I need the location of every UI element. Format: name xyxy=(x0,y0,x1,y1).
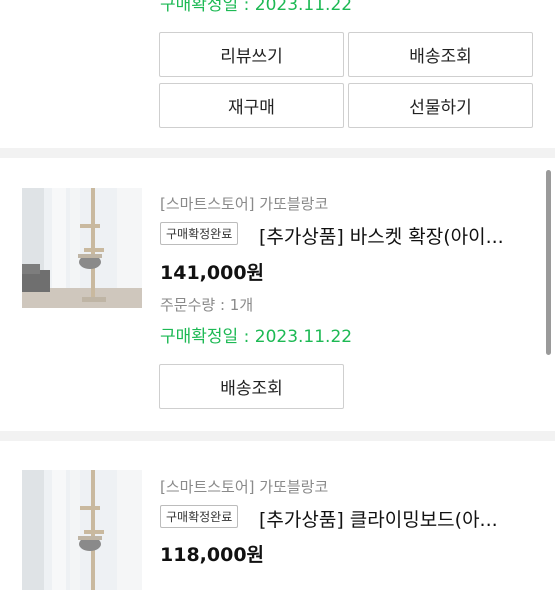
delivery-tracking-button[interactable]: 배송조회 xyxy=(159,364,344,409)
section-separator xyxy=(0,431,555,441)
cat-tower-image xyxy=(22,188,142,308)
status-badge: 구매확정완료 xyxy=(160,222,239,245)
rebuy-button[interactable]: 재구매 xyxy=(159,83,344,128)
scrollbar[interactable] xyxy=(546,170,551,355)
write-review-button[interactable]: 리뷰쓰기 xyxy=(159,32,344,77)
cat-tower-image xyxy=(22,470,142,590)
product-name[interactable]: [추가상품] 클라이밍보드(아... xyxy=(259,505,531,532)
order-quantity: 주문수량 : 1개 xyxy=(160,294,253,315)
purchase-confirm-date: 구매확정일 : 2023.11.22 xyxy=(160,322,352,347)
order-quantity-value: 1개 xyxy=(229,296,254,314)
purchase-confirm-value: 2023.11.22 xyxy=(254,0,353,15)
delivery-tracking-button[interactable]: 배송조회 xyxy=(348,32,533,77)
gift-button[interactable]: 선물하기 xyxy=(348,83,533,128)
purchase-confirm-label: 구매확정일 : xyxy=(160,327,255,347)
purchase-confirm-value: 2023.11.22 xyxy=(254,327,353,347)
section-separator xyxy=(0,148,555,158)
purchase-confirm-label: 구매확정일 : xyxy=(160,0,255,15)
product-price: 118,000원 xyxy=(160,544,265,566)
order-quantity-label: 주문수량 : xyxy=(160,296,230,314)
product-price: 141,000원 xyxy=(160,262,265,284)
store-name: [스마트스토어] 가또블랑코 xyxy=(160,195,329,213)
purchase-confirm-date: 구매확정일 : 2023.11.22 xyxy=(160,0,352,15)
store-name: [스마트스토어] 가또블랑코 xyxy=(160,478,329,496)
product-thumbnail[interactable] xyxy=(22,188,142,308)
status-badge: 구매확정완료 xyxy=(160,505,239,528)
product-name[interactable]: [추가상품] 바스켓 확장(아이... xyxy=(259,222,531,249)
product-thumbnail[interactable] xyxy=(22,470,142,590)
